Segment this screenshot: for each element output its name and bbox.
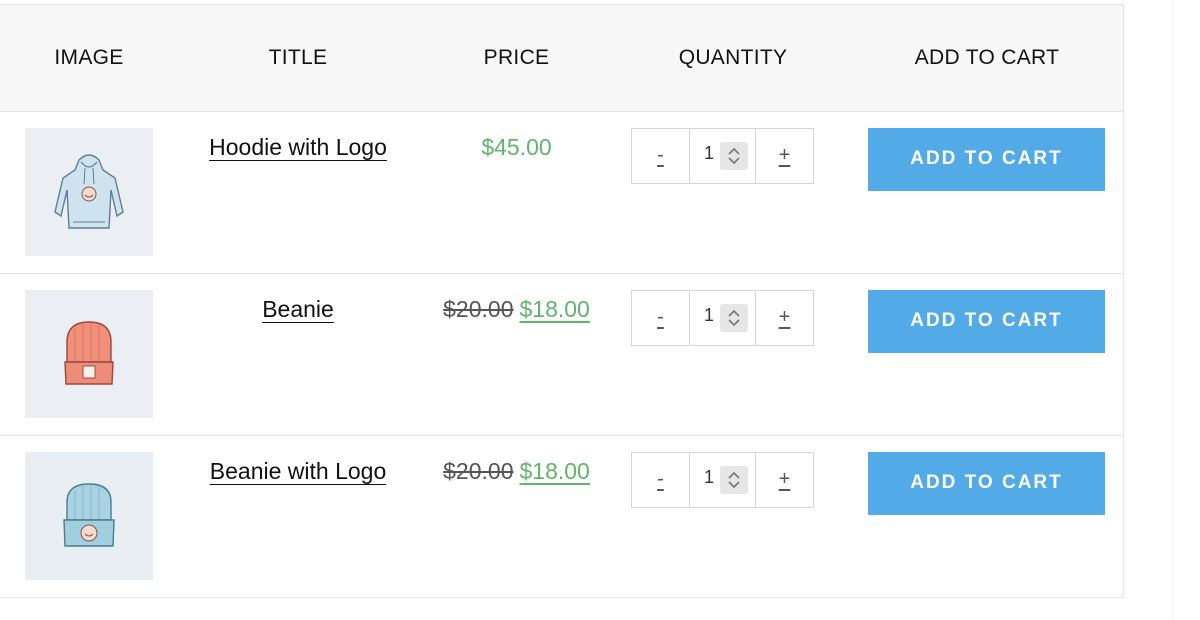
minus-label: - (657, 306, 664, 328)
price-original: $20.00 (443, 295, 514, 322)
quantity-decrease-button[interactable]: - (632, 128, 690, 183)
table-row: Beanie $20.00 $18.00 - 1 + ADD TO CART (0, 273, 1123, 435)
quantity-value: 1 (704, 142, 715, 163)
price-sale: $18.00 (519, 457, 590, 484)
quantity-decrease-button[interactable]: - (632, 290, 690, 345)
quantity-input[interactable]: 1 (690, 129, 755, 183)
spinner-arrows-icon[interactable] (720, 303, 748, 332)
add-to-cart-button[interactable]: ADD TO CART (868, 289, 1105, 353)
quantity-stepper: - 1 + (631, 289, 814, 346)
product-table: IMAGE TITLE PRICE QUANTITY ADD TO CART H… (0, 5, 1123, 598)
header-price: PRICE (418, 5, 615, 112)
plus-label: + (778, 468, 791, 490)
product-image-beanie-with-logo[interactable] (25, 451, 153, 580)
plus-label: + (778, 144, 791, 166)
quantity-increase-button[interactable]: + (755, 128, 813, 183)
header-title: TITLE (178, 5, 418, 112)
plus-label: + (778, 306, 791, 328)
minus-label: - (657, 468, 664, 490)
price-regular: $45.00 (481, 133, 552, 160)
product-price: $20.00 $18.00 (418, 458, 615, 485)
hoodie-icon (54, 153, 124, 229)
product-table-page: IMAGE TITLE PRICE QUANTITY ADD TO CART H… (0, 0, 1200, 620)
quantity-value: 1 (704, 466, 715, 487)
minus-label: - (657, 144, 664, 166)
quantity-increase-button[interactable]: + (755, 452, 813, 507)
add-to-cart-button[interactable]: ADD TO CART (868, 127, 1105, 191)
add-to-cart-button[interactable]: ADD TO CART (868, 451, 1105, 515)
quantity-input[interactable]: 1 (690, 453, 755, 507)
product-table-container: IMAGE TITLE PRICE QUANTITY ADD TO CART H… (0, 4, 1124, 598)
table-row: Hoodie with Logo $45.00 - 1 + ADD TO CAR… (0, 111, 1123, 273)
price-sale: $18.00 (519, 295, 590, 322)
beanie-logo-icon (63, 482, 115, 547)
header-quantity: QUANTITY (615, 5, 851, 112)
quantity-stepper: - 1 + (631, 451, 814, 508)
table-header: IMAGE TITLE PRICE QUANTITY ADD TO CART (0, 5, 1123, 112)
quantity-decrease-button[interactable]: - (632, 452, 690, 507)
header-image: IMAGE (0, 5, 178, 112)
quantity-input[interactable]: 1 (690, 291, 755, 345)
product-title-link[interactable]: Beanie with Logo (210, 458, 386, 485)
product-image-beanie[interactable] (25, 289, 153, 418)
quantity-stepper: - 1 + (631, 127, 814, 184)
header-add-to-cart: ADD TO CART (851, 5, 1123, 112)
product-price: $20.00 $18.00 (418, 296, 615, 323)
product-image-hoodie[interactable] (25, 127, 153, 256)
product-price: $45.00 (418, 134, 615, 161)
page-edge-divider (1172, 0, 1173, 620)
quantity-increase-button[interactable]: + (755, 290, 813, 345)
spinner-arrows-icon[interactable] (720, 465, 748, 494)
spinner-arrows-icon[interactable] (720, 141, 748, 170)
price-original: $20.00 (443, 457, 514, 484)
product-title-link[interactable]: Hoodie with Logo (209, 134, 387, 161)
product-title-link[interactable]: Beanie (262, 296, 334, 323)
beanie-icon (64, 320, 114, 385)
table-row: Beanie with Logo $20.00 $18.00 - 1 + ADD… (0, 435, 1123, 597)
quantity-value: 1 (704, 304, 715, 325)
